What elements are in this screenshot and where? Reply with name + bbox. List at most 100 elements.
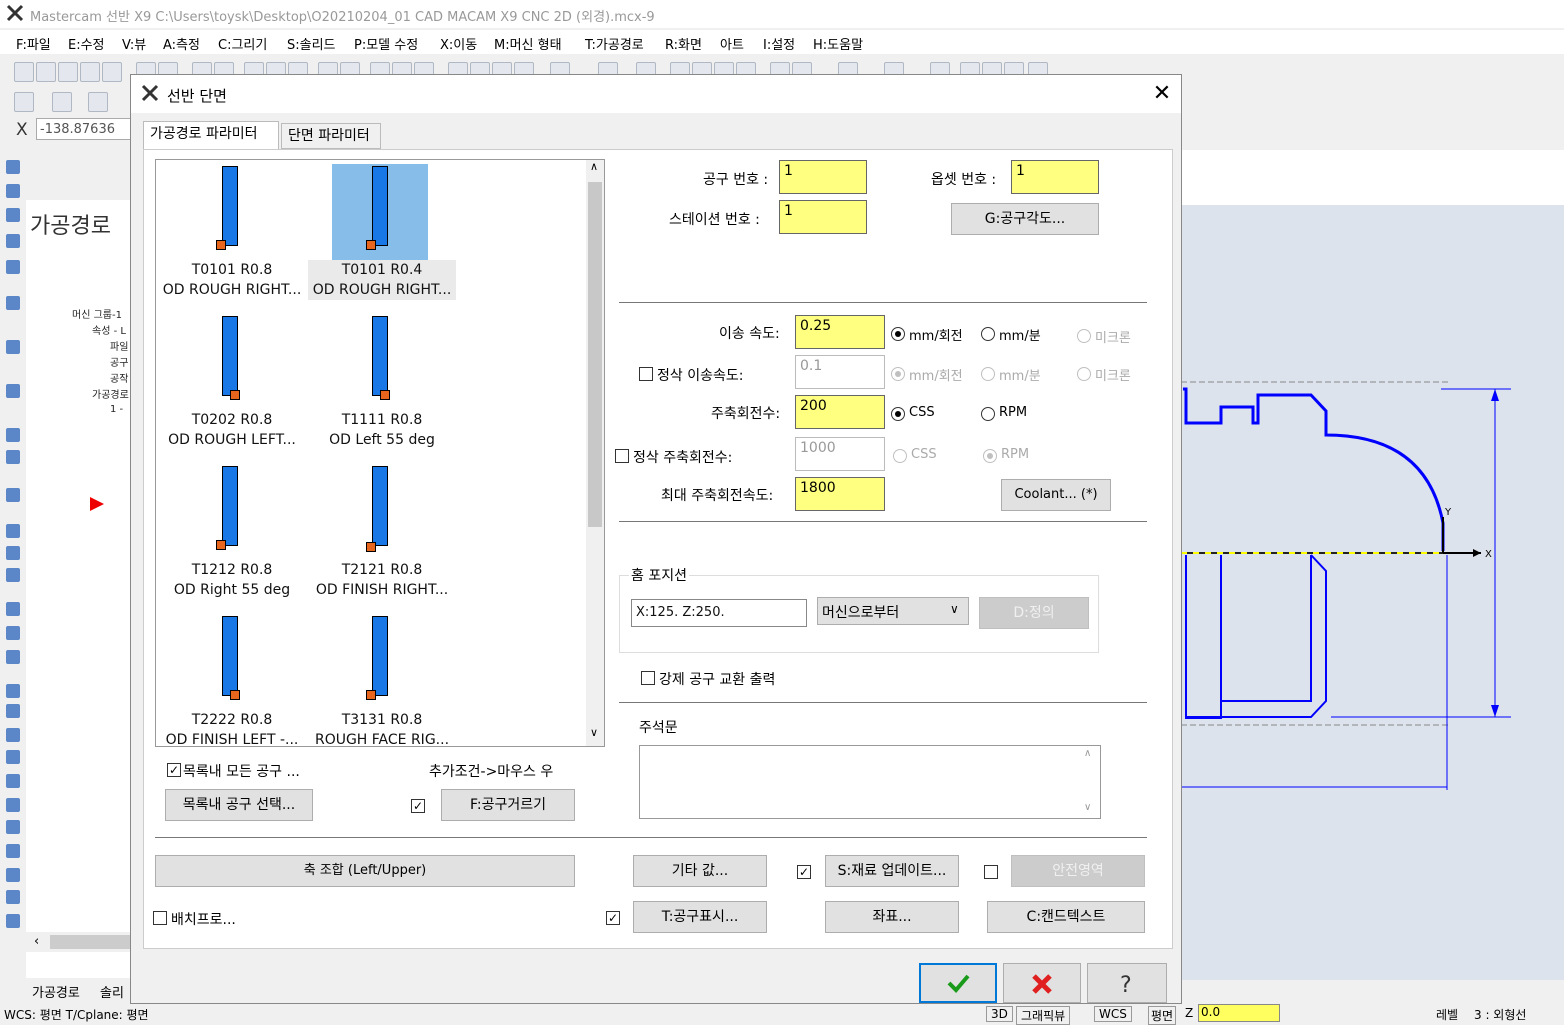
misc-values-button[interactable]: 기타 값... [633,855,767,887]
print-icon[interactable] [80,62,100,82]
toolpath-icon[interactable] [6,626,20,640]
spindle-rpm-radio[interactable] [981,407,995,421]
btn-plane[interactable]: 평면 [1148,1006,1177,1025]
toolpath-icon[interactable] [6,684,20,698]
toolpath-icon[interactable] [6,160,20,174]
tab-face-parameters[interactable]: 단면 파라미터 [281,123,381,149]
toolpath-icon[interactable] [6,296,20,310]
close-icon[interactable]: ✕ [1149,81,1175,107]
tree-machine-group[interactable]: 머신 그룹-1 [72,306,122,321]
menu-help[interactable]: H:도움말 [813,34,863,53]
tool-item[interactable]: T0101 R0.8 OD ROUGH RIGHT... [158,160,306,306]
tool-item-selected[interactable]: T0101 R0.4 OD ROUGH RIGHT... [308,160,456,306]
toolpath-icon[interactable] [6,750,20,764]
toolpath-icon[interactable] [6,650,20,664]
feed-mm-per-min-radio[interactable] [981,327,995,341]
coordinates-button[interactable]: 좌표... [825,901,959,933]
menu-create[interactable]: C:그리기 [218,34,267,53]
point-icon[interactable] [14,92,34,112]
finish-spindle-checkbox[interactable] [615,449,629,463]
menu-toolpaths[interactable]: T:가공경로 [585,34,644,53]
menu-view[interactable]: V:뷰 [122,34,146,53]
axis-combination-button[interactable]: 축 조합 (Left/Upper) [155,855,575,887]
show-all-tools-checkbox[interactable]: ✓ [167,763,181,777]
finish-feed-micron-radio[interactable] [1077,367,1091,381]
menu-file[interactable]: F:파일 [16,34,51,53]
tool-item[interactable]: T2222 R0.8 OD FINISH LEFT -... [158,610,306,746]
panel-hscrollbar[interactable]: ‹ [26,932,135,952]
tool-number-input[interactable]: 1 [779,160,867,194]
home-position-input[interactable]: X:125. Z:250. [631,599,807,627]
btn-graphic-view[interactable]: 그래픽뷰 [1016,1006,1071,1025]
tree-operation[interactable]: 1 - [110,404,123,415]
toolpath-icon[interactable] [6,184,20,198]
toolpath-icon[interactable] [6,450,20,464]
feed-rate-input[interactable]: 0.25 [795,315,885,349]
menu-art[interactable]: 아트 [720,34,744,53]
spindle-css-radio[interactable] [891,407,905,421]
toolpath-icon[interactable] [6,524,20,538]
stock-update-button[interactable]: S:재료 업데이트... [825,855,959,887]
toolpath-icon[interactable] [6,428,20,442]
feed-micron-radio[interactable] [1077,329,1091,343]
finish-spindle-css-radio[interactable] [893,449,907,463]
x-coordinate-input[interactable]: -138.87636 [36,118,131,140]
safety-zone-button[interactable]: 안전영역 [1011,855,1145,887]
offset-number-input[interactable]: 1 [1011,160,1099,194]
toolpath-icon[interactable] [6,774,20,788]
new-file-icon[interactable] [14,62,34,82]
tree-files[interactable]: 파일 [110,338,128,353]
tool-item[interactable]: T2121 R0.8 OD FINISH RIGHT... [308,460,456,606]
tool-angle-button[interactable]: G:공구각도... [951,203,1099,235]
tab-solids[interactable]: 솔리 [100,982,124,1001]
batch-checkbox[interactable] [153,911,167,925]
btn-wcs[interactable]: WCS [1094,1006,1132,1022]
stock-update-checkbox[interactable]: ✓ [797,865,811,879]
toolpath-icon[interactable] [6,384,20,398]
tree-tools[interactable]: 공구 [110,354,128,369]
home-reference-select[interactable]: 머신으로부터 ∨ [817,597,969,625]
station-number-input[interactable]: 1 [779,200,867,234]
line-icon[interactable] [52,92,72,112]
filter-button[interactable]: F:공구거르기 [441,789,575,821]
scroll-down-icon[interactable]: ∨ [590,726,598,739]
toolpath-icon[interactable] [6,914,20,928]
tool-list[interactable]: T0101 R0.8 OD ROUGH RIGHT... T0101 R0.4 OD… [155,159,605,747]
toolpath-icon[interactable] [6,890,20,904]
toolpath-icon[interactable] [6,340,20,354]
scroll-up-icon[interactable]: ∧ [590,160,598,173]
tab-toolpaths[interactable]: 가공경로 [32,982,80,1001]
toolpath-icon[interactable] [6,260,20,274]
btn-3d[interactable]: 3D [986,1006,1013,1022]
finish-feed-mm-per-rev-radio[interactable] [891,367,905,381]
level-value[interactable]: 3 : 외형선 [1474,1006,1526,1023]
toolpath-icon[interactable] [6,234,20,248]
finish-feed-input[interactable]: 0.1 [795,355,885,389]
save-icon[interactable] [58,62,78,82]
max-spindle-input[interactable]: 1800 [795,477,885,511]
filter-checkbox[interactable]: ✓ [411,799,425,813]
toolpath-icon[interactable] [6,798,20,812]
toolpath-icon[interactable] [6,602,20,616]
print-preview-icon[interactable] [102,62,122,82]
tool-item[interactable]: T0202 R0.8 OD ROUGH LEFT... [158,310,306,456]
define-button[interactable]: D:정의 [979,597,1089,629]
safety-zone-checkbox[interactable] [984,865,998,879]
tab-toolpath-parameters[interactable]: 가공경로 파라미터 [143,121,279,149]
menu-edit[interactable]: E:수정 [68,34,105,53]
ok-button[interactable] [919,963,997,1003]
toolpath-icon[interactable] [6,208,20,222]
feed-mm-per-rev-radio[interactable] [891,327,905,341]
graphics-area[interactable]: X Y [1181,205,1564,980]
circle-icon[interactable] [88,92,108,112]
toolpath-icon[interactable] [6,868,20,882]
toolpath-icon[interactable] [6,844,20,858]
select-library-tool-button[interactable]: 목록내 공구 선택... [165,789,313,821]
menu-screen[interactable]: R:화면 [665,34,702,53]
menu-analyze[interactable]: A:측정 [163,34,200,53]
scroll-down-icon[interactable]: ∨ [1084,802,1091,813]
open-file-icon[interactable] [36,62,56,82]
toolpath-icon[interactable] [6,568,20,582]
tree-stock[interactable]: 공작 [110,370,128,385]
tool-display-button[interactable]: T:공구표시... [633,901,767,933]
